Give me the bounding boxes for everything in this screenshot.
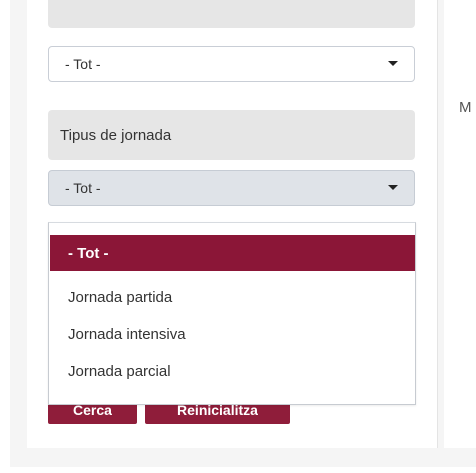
chevron-down-icon	[388, 61, 398, 66]
dropdown-option-label: Jornada partida	[68, 288, 173, 306]
jornada-filter-select-value: - Tot -	[65, 180, 101, 196]
side-truncated-text: M	[459, 99, 472, 116]
filter-page: - Tot - Tipus de jornada - Tot - Cerca R…	[0, 0, 476, 473]
dropdown-option-parcial[interactable]: Jornada parcial	[50, 352, 415, 390]
dropdown-option-label: Jornada parcial	[68, 362, 171, 380]
right-panel	[444, 0, 476, 448]
dropdown-option-intensiva[interactable]: Jornada intensiva	[50, 315, 415, 353]
dropdown-option-label: - Tot -	[68, 244, 109, 262]
dropdown-option-all[interactable]: - Tot -	[50, 235, 415, 271]
top-filter-select[interactable]: - Tot -	[48, 46, 415, 82]
jornada-filter-label: Tipus de jornada	[48, 110, 415, 160]
dropdown-option-partida[interactable]: Jornada partida	[50, 278, 415, 316]
jornada-filter-label-text: Tipus de jornada	[60, 126, 172, 144]
top-filter-select-value: - Tot -	[65, 56, 101, 72]
dropdown-option-label: Jornada intensiva	[68, 325, 186, 343]
jornada-filter-select[interactable]: - Tot -	[48, 170, 415, 206]
jornada-dropdown-list[interactable]: - Tot - Jornada partida Jornada intensiv…	[48, 222, 416, 405]
chevron-down-icon	[388, 185, 398, 190]
top-filter-label	[48, 0, 415, 28]
